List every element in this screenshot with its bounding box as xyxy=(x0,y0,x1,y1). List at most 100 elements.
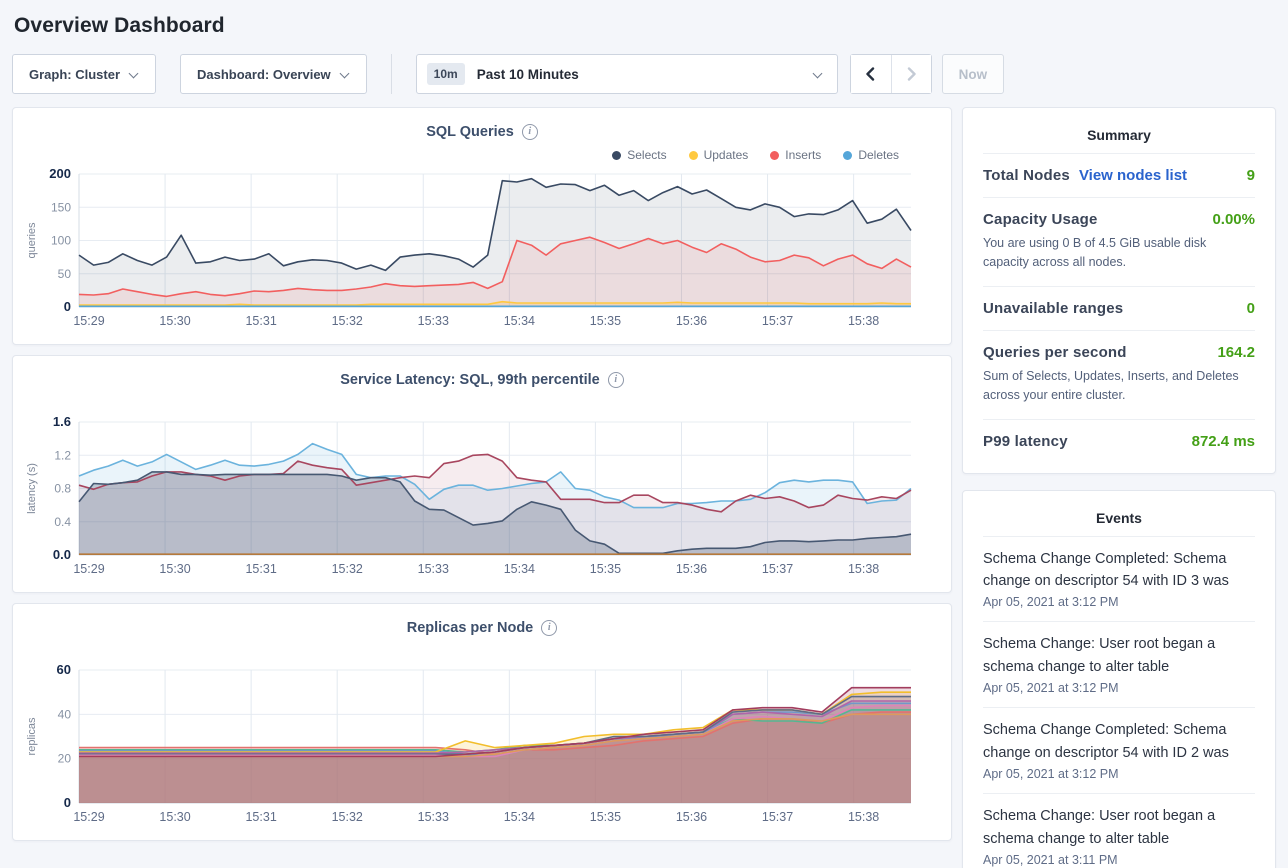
page-title: Overview Dashboard xyxy=(0,0,1288,38)
legend-spacer xyxy=(13,390,951,416)
x-tick-label: 15:36 xyxy=(676,314,707,328)
capacity-usage-label: Capacity Usage xyxy=(983,211,1098,228)
x-tick-label: 15:38 xyxy=(848,810,879,824)
y-axis-label: queries xyxy=(26,222,38,259)
chart-svg[interactable]: 020406015:2915:3015:3115:3215:3315:3415:… xyxy=(21,664,951,834)
event-item[interactable]: Schema Change Completed: Schema change o… xyxy=(983,707,1255,793)
y-tick-label: 60 xyxy=(57,664,71,677)
x-tick-label: 15:30 xyxy=(159,314,190,328)
queries-per-second-label: Queries per second xyxy=(983,344,1127,361)
x-tick-label: 15:35 xyxy=(590,810,621,824)
replicas-per-node-panel: Replicas per Node i 020406015:2915:3015:… xyxy=(12,603,952,841)
x-tick-label: 15:35 xyxy=(590,562,621,576)
deletes-dot-icon xyxy=(843,151,852,160)
x-tick-label: 15:29 xyxy=(73,314,104,328)
x-tick-label: 15:31 xyxy=(245,562,276,576)
event-timestamp: Apr 05, 2021 at 3:12 PM xyxy=(983,767,1255,781)
summary-row-unavailable-ranges: Unavailable ranges 0 xyxy=(983,286,1255,330)
summary-row-capacity: Capacity Usage 0.00% You are using 0 B o… xyxy=(983,197,1255,286)
event-timestamp: Apr 05, 2021 at 3:12 PM xyxy=(983,595,1255,609)
y-tick-label: 1.6 xyxy=(53,416,71,429)
event-item[interactable]: Schema Change: User root began a schema … xyxy=(983,621,1255,707)
time-prev-button[interactable] xyxy=(851,55,891,93)
event-text: Schema Change: User root began a schema … xyxy=(983,633,1255,678)
chevron-left-icon xyxy=(864,67,877,81)
graph-dropdown-label: Graph: Cluster xyxy=(29,67,120,82)
x-tick-label: 15:29 xyxy=(73,562,104,576)
service-latency-title: Service Latency: SQL, 99th percentile xyxy=(340,372,600,388)
x-tick-label: 15:33 xyxy=(418,810,449,824)
toolbar: Graph: Cluster Dashboard: Overview 10m P… xyxy=(12,54,1276,94)
queries-per-second-value: 164.2 xyxy=(1217,344,1255,361)
summary-row-qps: Queries per second 164.2 Sum of Selects,… xyxy=(983,330,1255,419)
event-item[interactable]: Schema Change: User root began a schema … xyxy=(983,793,1255,868)
x-tick-label: 15:38 xyxy=(848,314,879,328)
time-range-picker[interactable]: 10m Past 10 Minutes xyxy=(416,54,838,94)
service-latency-panel: Service Latency: SQL, 99th percentile i … xyxy=(12,355,952,593)
events-panel: Events Schema Change Completed: Schema c… xyxy=(962,490,1276,868)
sidebar-column: Summary Total Nodes View nodes list 9 Ca… xyxy=(962,107,1276,868)
x-tick-label: 15:36 xyxy=(676,562,707,576)
sql-queries-chart[interactable]: 05010015020015:2915:3015:3115:3215:3315:… xyxy=(13,168,951,343)
time-nav-group xyxy=(850,54,932,94)
x-tick-label: 15:32 xyxy=(332,314,363,328)
x-tick-label: 15:38 xyxy=(848,562,879,576)
x-tick-label: 15:34 xyxy=(504,562,535,576)
legend-item-updates[interactable]: Updates xyxy=(689,148,749,162)
event-item[interactable]: Schema Change Completed: Schema change o… xyxy=(983,536,1255,622)
x-tick-label: 15:37 xyxy=(762,810,793,824)
time-next-button[interactable] xyxy=(891,55,931,93)
replicas-per-node-title: Replicas per Node xyxy=(407,620,534,636)
x-tick-label: 15:33 xyxy=(418,314,449,328)
x-tick-label: 15:37 xyxy=(762,562,793,576)
view-nodes-list-link[interactable]: View nodes list xyxy=(1079,167,1187,184)
x-tick-label: 15:34 xyxy=(504,314,535,328)
summary-title: Summary xyxy=(983,123,1255,153)
now-button[interactable]: Now xyxy=(942,54,1005,94)
p99-latency-label: P99 latency xyxy=(983,433,1068,450)
y-tick-label: 0.8 xyxy=(54,482,71,496)
y-tick-label: 0 xyxy=(64,795,71,810)
y-tick-label: 0.0 xyxy=(53,547,71,562)
summary-row-p99: P99 latency 872.4 ms xyxy=(983,419,1255,463)
legend-item-inserts[interactable]: Inserts xyxy=(770,148,821,162)
replicas-per-node-chart[interactable]: 020406015:2915:3015:3115:3215:3315:3415:… xyxy=(13,664,951,839)
x-tick-label: 15:31 xyxy=(245,810,276,824)
updates-dot-icon xyxy=(689,151,698,160)
event-timestamp: Apr 05, 2021 at 3:12 PM xyxy=(983,681,1255,695)
event-timestamp: Apr 05, 2021 at 3:11 PM xyxy=(983,853,1255,867)
toolbar-divider xyxy=(391,54,392,94)
info-icon[interactable]: i xyxy=(608,372,624,388)
unavailable-ranges-value: 0 xyxy=(1247,300,1255,317)
selects-dot-icon xyxy=(612,151,621,160)
y-tick-label: 40 xyxy=(58,707,72,721)
summary-row-total-nodes: Total Nodes View nodes list 9 xyxy=(983,153,1255,197)
chevron-down-icon xyxy=(813,69,823,79)
service-latency-chart[interactable]: 0.00.40.81.21.615:2915:3015:3115:3215:33… xyxy=(13,416,951,591)
sql-queries-title: SQL Queries xyxy=(426,124,514,140)
y-tick-label: 100 xyxy=(51,234,71,248)
x-tick-label: 15:31 xyxy=(245,314,276,328)
chart-svg[interactable]: 05010015020015:2915:3015:3115:3215:3315:… xyxy=(21,168,951,338)
info-icon[interactable]: i xyxy=(522,124,538,140)
x-tick-label: 15:37 xyxy=(762,314,793,328)
main-content: SQL Queries i Selects Updates Inserts xyxy=(0,107,1288,868)
capacity-usage-value: 0.00% xyxy=(1212,211,1255,228)
x-tick-label: 15:29 xyxy=(73,810,104,824)
inserts-dot-icon xyxy=(770,151,779,160)
graph-dropdown[interactable]: Graph: Cluster xyxy=(12,54,156,94)
capacity-usage-description: You are using 0 B of 4.5 GiB usable disk… xyxy=(983,234,1255,273)
legend-item-deletes[interactable]: Deletes xyxy=(843,148,899,162)
series-area-node-9 xyxy=(79,688,911,803)
event-text: Schema Change Completed: Schema change o… xyxy=(983,719,1255,764)
sql-queries-legend: Selects Updates Inserts Deletes xyxy=(13,142,951,168)
legend-item-selects[interactable]: Selects xyxy=(612,148,666,162)
y-axis-label: latency (s) xyxy=(26,463,38,514)
dashboard-dropdown[interactable]: Dashboard: Overview xyxy=(180,54,367,94)
y-axis-label: replicas xyxy=(26,717,38,755)
chart-svg[interactable]: 0.00.40.81.21.615:2915:3015:3115:3215:33… xyxy=(21,416,951,586)
events-title: Events xyxy=(983,506,1255,536)
time-range-badge: 10m xyxy=(427,63,465,85)
charts-column: SQL Queries i Selects Updates Inserts xyxy=(12,107,952,841)
info-icon[interactable]: i xyxy=(541,620,557,636)
